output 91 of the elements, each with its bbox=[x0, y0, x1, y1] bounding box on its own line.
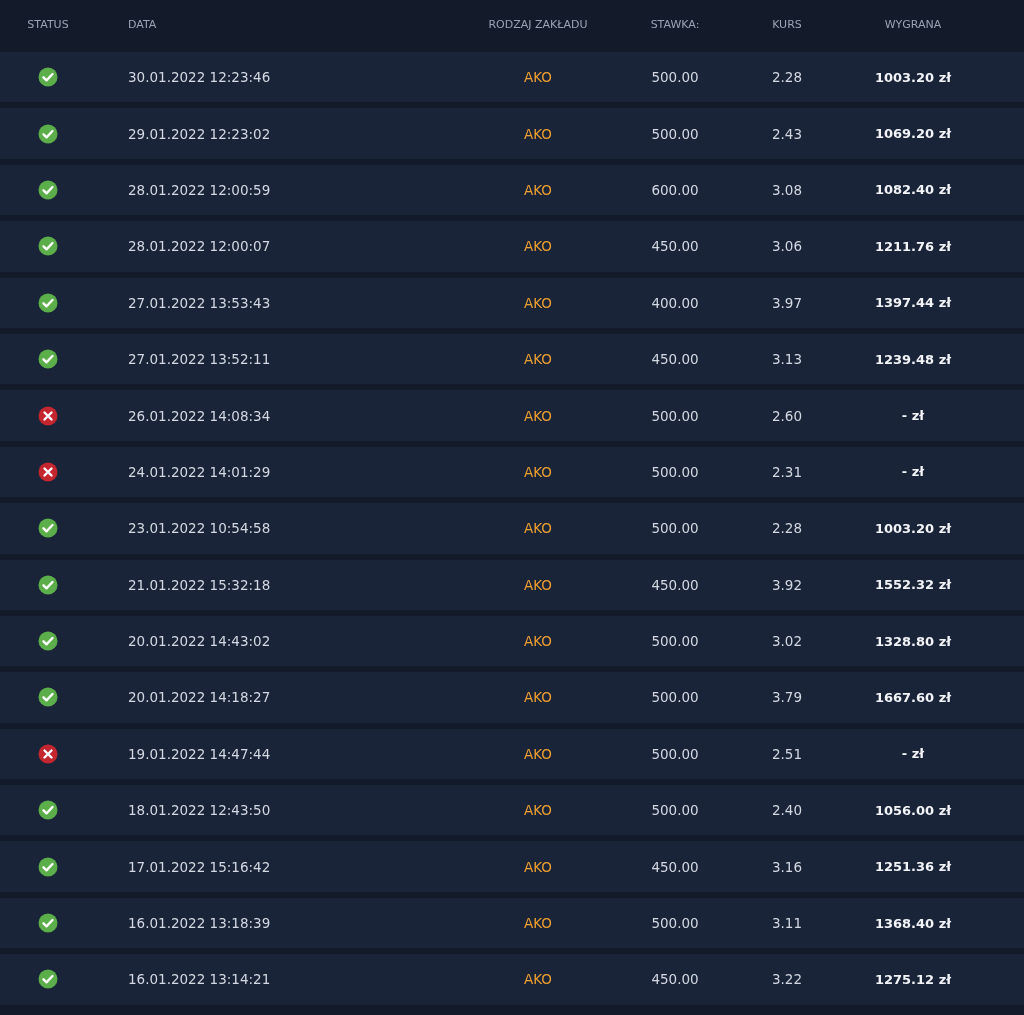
stake-cell: 500.00 bbox=[651, 802, 699, 819]
date-cell-text: 20.01.2022 14:43:02 bbox=[127, 633, 271, 650]
odds-cell: 2.40 bbox=[771, 802, 803, 819]
odds-cell: 3.92 bbox=[771, 576, 803, 593]
date-cell-text: 24.01.2022 14:01:29 bbox=[127, 463, 271, 480]
date-cell-text: 28.01.2022 12:00:07 bbox=[127, 238, 271, 255]
odds-cell: 2.43 bbox=[771, 125, 803, 142]
date-cell-text: 23.01.2022 10:54:58 bbox=[127, 520, 271, 537]
odds-cell: 3.11 bbox=[771, 915, 803, 932]
bet-type-cell: AKO bbox=[524, 181, 552, 198]
stake-cell: 500.00 bbox=[651, 463, 699, 480]
date-cell-text: 17.01.2022 15:16:42 bbox=[127, 858, 271, 875]
column-header: STAWKA: bbox=[650, 17, 700, 31]
stake-cell: 400.00 bbox=[651, 294, 699, 311]
date-cell-text: 27.01.2022 13:53:43 bbox=[127, 294, 271, 311]
winnings-cell: 1239.48 zł bbox=[874, 351, 952, 367]
winnings-cell: 1397.44 zł bbox=[874, 295, 952, 311]
date-cell-text: 28.01.2022 12:00:59 bbox=[127, 181, 271, 198]
bet-type-cell: AKO bbox=[524, 125, 552, 142]
date-cell-text: 30.01.2022 12:23:46 bbox=[127, 69, 271, 86]
bet-type-cell: AKO bbox=[524, 915, 552, 932]
stake-cell: 500.00 bbox=[651, 407, 699, 424]
date-cell-text: 16.01.2022 13:14:21 bbox=[127, 971, 271, 988]
bet-type-cell: AKO bbox=[524, 971, 552, 988]
winnings-cell: 1211.76 zł bbox=[874, 238, 952, 254]
odds-cell: 2.28 bbox=[771, 69, 803, 86]
winnings-cell: 1056.00 zł bbox=[874, 802, 952, 818]
bet-type-cell: AKO bbox=[524, 351, 552, 368]
bet-type-cell: AKO bbox=[524, 520, 552, 537]
date-cell-text: 20.01.2022 14:18:27 bbox=[127, 689, 271, 706]
column-header: WYGRANA bbox=[884, 17, 942, 31]
winnings-cell: - zł bbox=[901, 464, 925, 480]
date-cell-text: 26.01.2022 14:08:34 bbox=[127, 407, 271, 424]
stake-cell: 500.00 bbox=[651, 915, 699, 932]
bet-type-cell: AKO bbox=[524, 407, 552, 424]
date-cell-text: 18.01.2022 12:43:50 bbox=[127, 802, 271, 819]
bet-type-cell: AKO bbox=[524, 802, 552, 819]
odds-cell: 3.13 bbox=[771, 351, 803, 368]
date-cell-text: 21.01.2022 15:32:18 bbox=[127, 576, 271, 593]
date-cell-text: 29.01.2022 12:23:02 bbox=[127, 125, 271, 142]
stake-cell: 450.00 bbox=[651, 971, 699, 988]
winnings-cell: 1082.40 zł bbox=[874, 182, 952, 198]
column-header: DATA bbox=[127, 17, 157, 31]
date-cell-text: 27.01.2022 13:52:11 bbox=[127, 351, 271, 368]
column-header: KURS bbox=[772, 17, 802, 31]
odds-cell: 3.06 bbox=[771, 238, 803, 255]
winnings-cell: 1003.20 zł bbox=[874, 520, 952, 536]
winnings-cell: - zł bbox=[901, 746, 925, 762]
bet-type-cell: AKO bbox=[524, 858, 552, 875]
stake-cell: 500.00 bbox=[651, 520, 699, 537]
odds-cell: 3.16 bbox=[771, 858, 803, 875]
odds-cell: 2.51 bbox=[771, 745, 803, 762]
odds-cell: 3.22 bbox=[771, 971, 803, 988]
odds-cell: 3.08 bbox=[771, 181, 803, 198]
odds-cell: 2.28 bbox=[771, 520, 803, 537]
winnings-cell: 1069.20 zł bbox=[874, 126, 952, 142]
odds-cell: 3.02 bbox=[771, 633, 803, 650]
bet-type-cell: AKO bbox=[524, 745, 552, 762]
stake-cell: 500.00 bbox=[651, 745, 699, 762]
column-header: STATUS bbox=[27, 17, 69, 31]
stake-cell: 450.00 bbox=[651, 858, 699, 875]
date-cell-text: 19.01.2022 14:47:44 bbox=[127, 745, 271, 762]
bet-type-cell: AKO bbox=[524, 69, 552, 86]
stake-cell: 450.00 bbox=[651, 238, 699, 255]
stake-cell: 500.00 bbox=[651, 633, 699, 650]
stake-cell: 500.00 bbox=[651, 689, 699, 706]
stake-cell: 500.00 bbox=[651, 69, 699, 86]
stake-cell: 500.00 bbox=[651, 125, 699, 142]
date-cell-text: 16.01.2022 13:18:39 bbox=[127, 915, 271, 932]
stake-cell: 450.00 bbox=[651, 351, 699, 368]
winnings-cell: 1251.36 zł bbox=[874, 859, 952, 875]
bet-type-cell: AKO bbox=[524, 576, 552, 593]
winnings-cell: 1275.12 zł bbox=[874, 971, 952, 987]
bet-type-cell: AKO bbox=[524, 689, 552, 706]
winnings-cell: 1552.32 zł bbox=[874, 577, 952, 593]
winnings-cell: 1003.20 zł bbox=[874, 69, 952, 85]
odds-cell: 2.31 bbox=[771, 463, 803, 480]
winnings-cell: - zł bbox=[901, 408, 925, 424]
winnings-cell: 1328.80 zł bbox=[874, 633, 952, 649]
bet-type-cell: AKO bbox=[524, 463, 552, 480]
stake-cell: 450.00 bbox=[651, 576, 699, 593]
bet-type-cell: AKO bbox=[524, 633, 552, 650]
winnings-cell: 1368.40 zł bbox=[874, 915, 952, 931]
bet-type-cell: AKO bbox=[524, 238, 552, 255]
odds-cell: 3.79 bbox=[771, 689, 803, 706]
bet-type-cell: AKO bbox=[524, 294, 552, 311]
winnings-cell: 1667.60 zł bbox=[874, 690, 952, 705]
stake-cell: 600.00 bbox=[651, 181, 699, 198]
column-header: RODZAJ ZAKŁADU bbox=[488, 17, 588, 31]
odds-cell: 2.60 bbox=[771, 407, 803, 424]
odds-cell: 3.97 bbox=[771, 294, 803, 311]
